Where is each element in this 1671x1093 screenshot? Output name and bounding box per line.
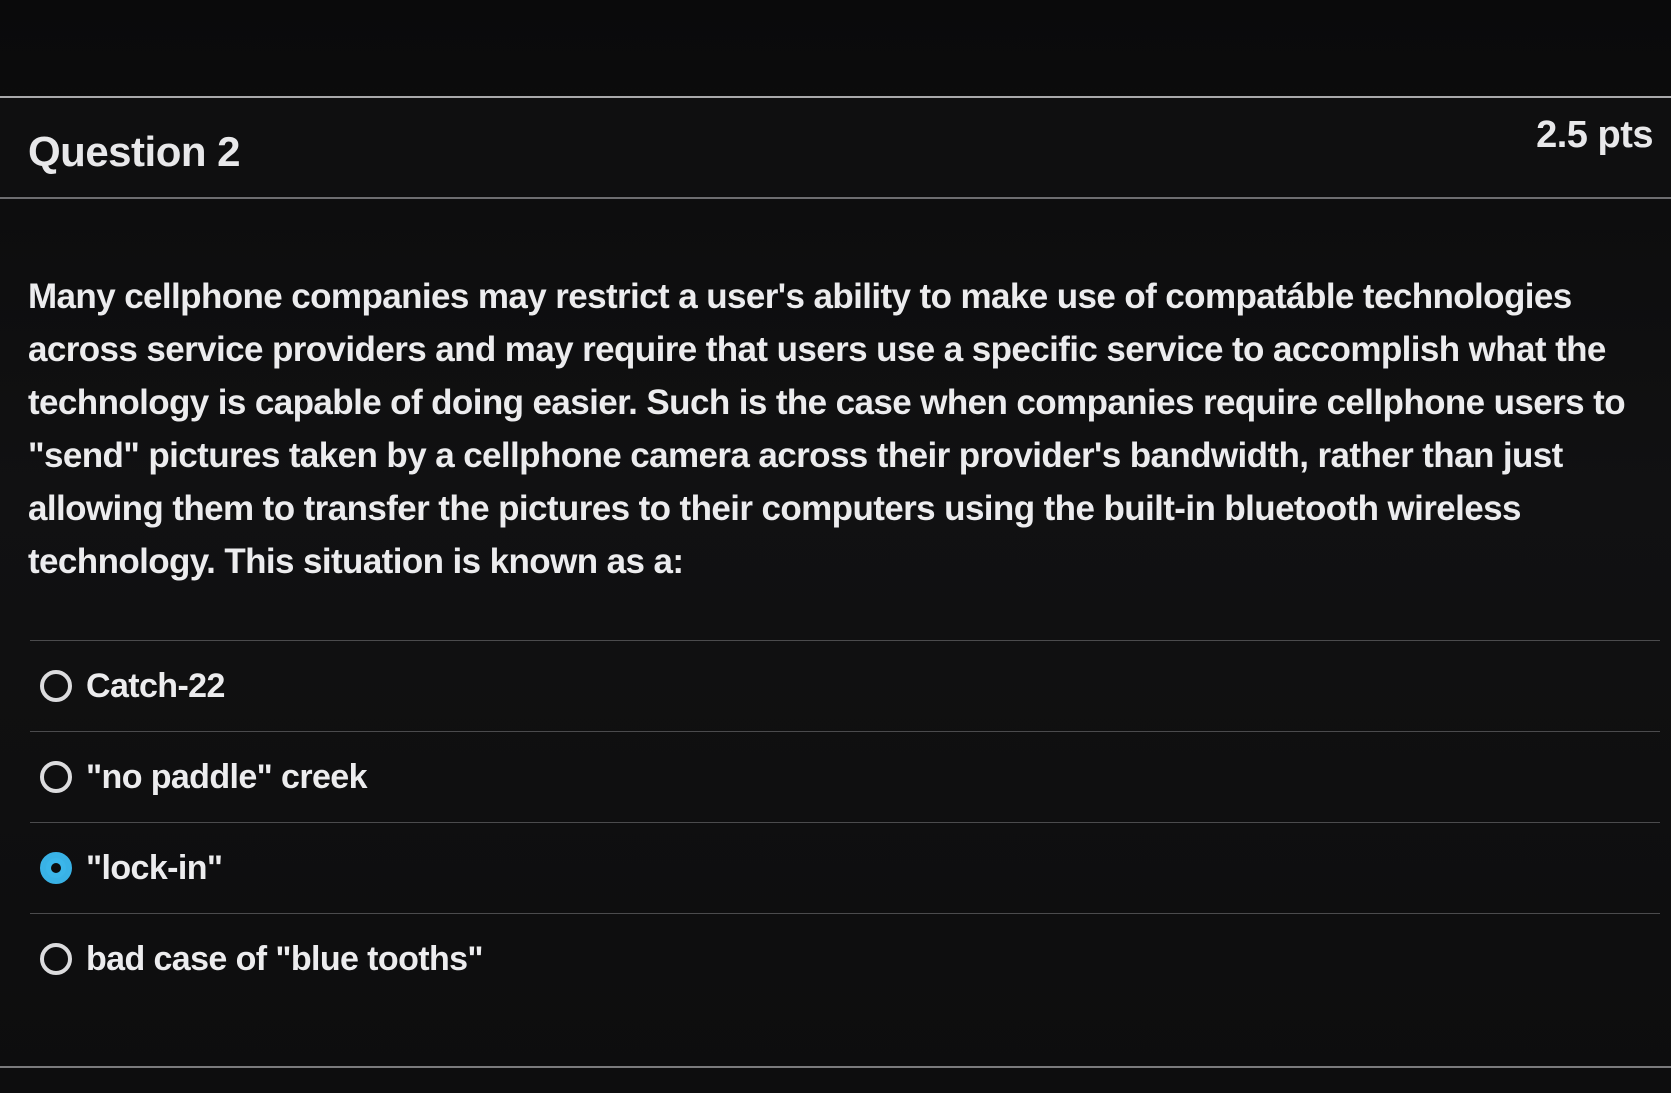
question-title: Question 2: [28, 128, 241, 175]
footer-divider: [0, 1066, 1671, 1068]
answer-label: bad case of "blue tooths": [86, 939, 484, 978]
quiz-page: Question 2 2.5 pts Many cellphone compan…: [0, 0, 1671, 1093]
answer-option-catch-22[interactable]: Catch-22: [30, 641, 1660, 731]
radio-button[interactable]: [40, 943, 72, 975]
answer-label: "no paddle" creek: [86, 757, 368, 796]
header-bottom-divider: [0, 197, 1671, 199]
question-points: 2.5 pts: [1536, 114, 1653, 156]
answer-label: "lock-in": [86, 848, 223, 887]
question-header: [0, 98, 1671, 196]
answer-list: Catch-22 "no paddle" creek "lock-in" bad…: [30, 640, 1660, 1004]
radio-button-selected[interactable]: [40, 852, 72, 884]
answer-option-lock-in[interactable]: "lock-in": [30, 823, 1660, 913]
question-text: Many cellphone companies may restrict a …: [28, 277, 1626, 581]
answer-label: Catch-22: [86, 666, 225, 705]
radio-button[interactable]: [40, 761, 72, 793]
answer-option-blue-tooths[interactable]: bad case of "blue tooths": [30, 914, 1660, 1004]
radio-button[interactable]: [40, 670, 72, 702]
answer-option-no-paddle-creek[interactable]: "no paddle" creek: [30, 732, 1660, 822]
